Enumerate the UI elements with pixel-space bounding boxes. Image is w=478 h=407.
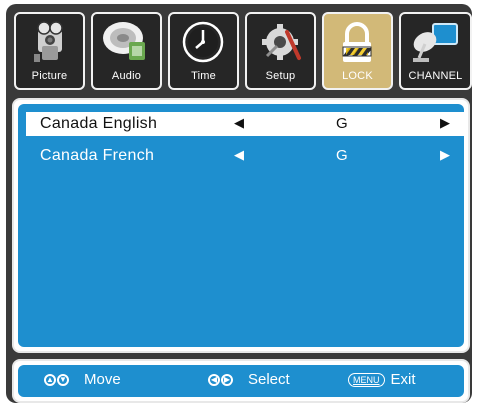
lock-panel: Canada English ◀ G ▶ Canada French ◀ G ▶ [12,98,470,353]
list-item-canada-french[interactable]: Canada French ◀ G ▶ [26,144,464,168]
tab-lock[interactable]: LOCK [322,12,393,90]
tab-audio[interactable]: Audio [91,12,162,90]
gear-tools-icon [262,24,301,60]
hint-select: ◀ ▶ Select [208,371,290,388]
tab-label: Audio [111,70,142,82]
right-arrow-icon[interactable]: ▶ [440,115,450,131]
tab-picture[interactable]: Picture [14,12,85,90]
tab-label: Time [191,70,216,82]
hint-exit-label: Exit [390,371,416,388]
hint-select-label: Select [248,371,290,388]
list-item-canada-english[interactable]: Canada English ◀ G ▶ [26,112,464,136]
rating-list: Canada English ◀ G ▶ Canada French ◀ G ▶ [18,104,464,347]
tab-time[interactable]: Time [168,12,239,90]
tab-label: CHANNEL [408,70,463,82]
left-arrow-icon[interactable]: ◀ [234,147,244,163]
hint-exit: MENU Exit [348,371,416,388]
row-value: G [336,115,348,132]
clock-icon [182,21,224,63]
camera-icon [34,21,63,62]
up-down-icon: ▲ ▼ [44,373,70,386]
tab-label: Setup [265,70,296,82]
speaker-icon [103,22,145,60]
left-arrow-icon[interactable]: ◀ [234,115,244,131]
satellite-dish-icon [413,23,458,62]
hint-move: ▲ ▼ Move [44,371,121,388]
footer-bar: ▲ ▼ Move ◀ ▶ Select MENU Exit [18,365,464,397]
left-right-icon: ◀ ▶ [208,373,234,386]
row-value: G [336,147,348,164]
right-arrow-icon[interactable]: ▶ [440,147,450,163]
tab-label: Picture [31,70,68,82]
menu-button-icon: MENU [348,372,385,387]
tab-setup[interactable]: Setup [245,12,316,90]
row-label: Canada English [40,115,158,132]
tab-channel[interactable]: CHANNEL [399,12,472,90]
tab-bar: Picture Audio Time Setup LOCK CHANNEL [14,12,472,92]
hint-move-label: Move [84,371,121,388]
row-label: Canada French [40,147,155,164]
tab-label: LOCK [342,70,373,82]
footer-hints: ▲ ▼ Move ◀ ▶ Select MENU Exit [12,359,470,403]
padlock-icon [342,22,372,62]
